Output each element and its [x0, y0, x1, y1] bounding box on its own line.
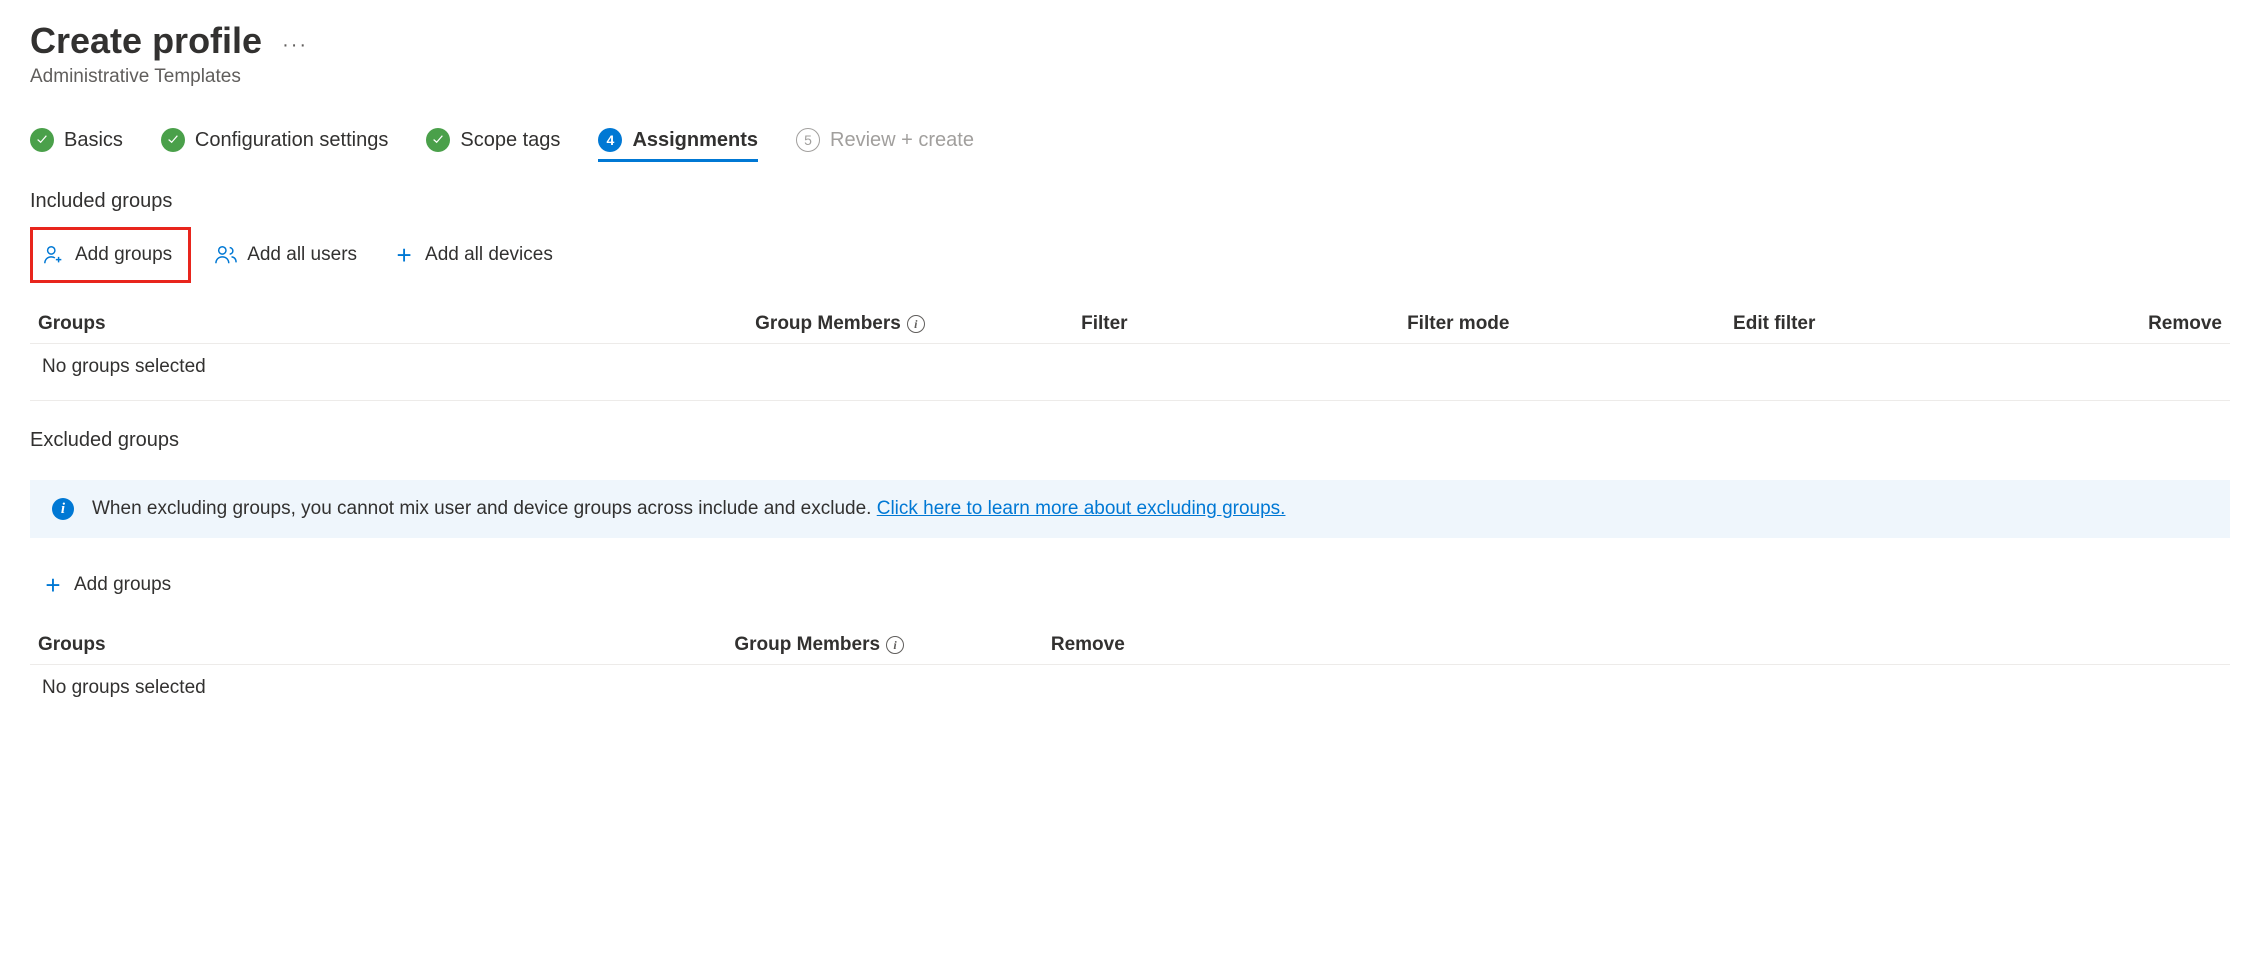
included-table-empty: No groups selected	[30, 344, 2230, 401]
info-icon[interactable]: i	[907, 315, 925, 333]
column-group-members: Group Members i	[734, 634, 1051, 656]
plus-icon: +	[42, 572, 64, 598]
included-table-header: Groups Group Members i Filter Filter mod…	[30, 305, 2230, 344]
more-icon[interactable]: ···	[282, 34, 308, 57]
step-label: Scope tags	[460, 129, 560, 152]
add-groups-button-excluded[interactable]: + Add groups	[30, 566, 183, 604]
column-groups: Groups	[38, 313, 755, 335]
excluded-table-header: Groups Group Members i Remove	[30, 626, 2230, 665]
info-icon: i	[52, 498, 74, 520]
step-assignments[interactable]: 4 Assignments	[598, 128, 758, 162]
check-icon	[30, 128, 54, 152]
step-label: Assignments	[632, 129, 758, 152]
step-configuration-settings[interactable]: Configuration settings	[161, 128, 388, 162]
included-actions: Add groups Add all users + Add all devic…	[30, 227, 2230, 283]
page-title: Create profile	[30, 20, 262, 62]
column-remove: Remove	[2059, 313, 2222, 335]
column-spacer	[1367, 634, 2222, 656]
step-number-icon: 4	[598, 128, 622, 152]
step-label: Basics	[64, 129, 123, 152]
column-filter: Filter	[1081, 313, 1407, 335]
step-label: Configuration settings	[195, 129, 388, 152]
person-add-icon	[43, 244, 65, 266]
column-remove: Remove	[1051, 634, 1368, 656]
included-groups-heading: Included groups	[30, 190, 2230, 213]
step-scope-tags[interactable]: Scope tags	[426, 128, 560, 162]
excluded-table-empty: No groups selected	[30, 665, 2230, 721]
info-banner-text: When excluding groups, you cannot mix us…	[92, 498, 1285, 520]
column-edit-filter: Edit filter	[1733, 313, 2059, 335]
excluded-groups-heading: Excluded groups	[30, 429, 2230, 452]
column-groups: Groups	[38, 634, 734, 656]
info-icon[interactable]: i	[886, 636, 904, 654]
step-review-create[interactable]: 5 Review + create	[796, 128, 974, 162]
add-all-devices-label: Add all devices	[425, 244, 553, 266]
check-icon	[161, 128, 185, 152]
wizard-steps: Basics Configuration settings Scope tags…	[30, 128, 2230, 162]
add-groups-label: Add groups	[75, 244, 172, 266]
step-basics[interactable]: Basics	[30, 128, 123, 162]
add-groups-label: Add groups	[74, 574, 171, 596]
step-number-icon: 5	[796, 128, 820, 152]
people-icon	[215, 244, 237, 266]
add-groups-button[interactable]: Add groups	[30, 227, 191, 283]
learn-more-link[interactable]: Click here to learn more about excluding…	[877, 498, 1286, 519]
step-label: Review + create	[830, 129, 974, 152]
page-subtitle: Administrative Templates	[30, 66, 2230, 88]
add-all-users-label: Add all users	[247, 244, 357, 266]
add-all-users-button[interactable]: Add all users	[203, 227, 369, 283]
column-group-members: Group Members i	[755, 313, 1081, 335]
plus-icon: +	[393, 242, 415, 268]
check-icon	[426, 128, 450, 152]
column-filter-mode: Filter mode	[1407, 313, 1733, 335]
excluded-actions: + Add groups	[30, 566, 2230, 604]
excluded-info-banner: i When excluding groups, you cannot mix …	[30, 480, 2230, 538]
add-all-devices-button[interactable]: + Add all devices	[381, 227, 565, 283]
